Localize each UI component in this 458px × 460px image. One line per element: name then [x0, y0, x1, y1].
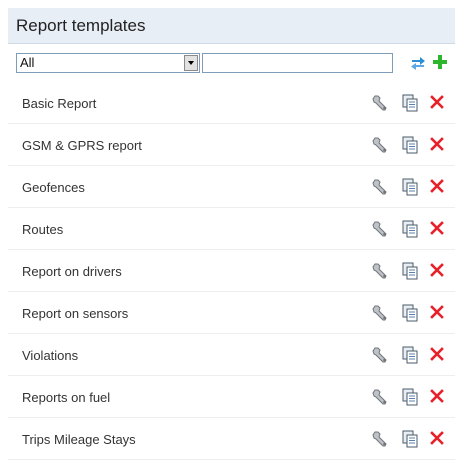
list-item[interactable]: Report on sensors	[8, 292, 455, 334]
close-icon[interactable]	[430, 95, 444, 109]
copy-icon[interactable]	[402, 304, 418, 322]
wrench-icon[interactable]	[372, 430, 390, 448]
wrench-icon[interactable]	[372, 136, 390, 154]
report-templates-panel: Report templates All Basic Report GSM & G…	[0, 0, 458, 460]
template-name[interactable]: Report on sensors	[22, 306, 128, 321]
template-name[interactable]: Basic Report	[22, 96, 96, 111]
close-icon[interactable]	[430, 347, 444, 361]
copy-icon[interactable]	[402, 346, 418, 364]
chevron-down-icon[interactable]	[184, 55, 198, 71]
copy-icon[interactable]	[402, 136, 418, 154]
swap-arrows-icon[interactable]	[410, 55, 426, 71]
copy-icon[interactable]	[402, 220, 418, 238]
list-item[interactable]: Routes	[8, 208, 455, 250]
filter-bar: All	[8, 50, 455, 78]
list-item[interactable]: Report on drivers	[8, 250, 455, 292]
template-name[interactable]: Violations	[22, 348, 78, 363]
template-name[interactable]: Geofences	[22, 180, 85, 195]
copy-icon[interactable]	[402, 430, 418, 448]
copy-icon[interactable]	[402, 178, 418, 196]
panel-header: Report templates	[8, 8, 455, 44]
copy-icon[interactable]	[402, 94, 418, 112]
close-icon[interactable]	[430, 221, 444, 235]
close-icon[interactable]	[430, 179, 444, 193]
copy-icon[interactable]	[402, 388, 418, 406]
wrench-icon[interactable]	[372, 220, 390, 238]
close-icon[interactable]	[430, 137, 444, 151]
wrench-icon[interactable]	[372, 94, 390, 112]
list-item[interactable]: Reports on fuel	[8, 376, 455, 418]
close-icon[interactable]	[430, 263, 444, 277]
wrench-icon[interactable]	[372, 388, 390, 406]
search-input[interactable]	[202, 53, 393, 73]
template-list: Basic Report GSM & GPRS report Geofences Ro…	[8, 82, 455, 460]
wrench-icon[interactable]	[372, 262, 390, 280]
template-name[interactable]: Report on drivers	[22, 264, 122, 279]
copy-icon[interactable]	[402, 262, 418, 280]
list-item[interactable]: Violations	[8, 334, 455, 376]
list-item[interactable]: Basic Report	[8, 82, 455, 124]
plus-icon[interactable]	[432, 54, 448, 70]
close-icon[interactable]	[430, 305, 444, 319]
wrench-icon[interactable]	[372, 304, 390, 322]
close-icon[interactable]	[430, 389, 444, 403]
filter-selected-value: All	[20, 55, 35, 70]
template-name[interactable]: Routes	[22, 222, 63, 237]
template-name[interactable]: Reports on fuel	[22, 390, 110, 405]
list-item[interactable]: Geofences	[8, 166, 455, 208]
wrench-icon[interactable]	[372, 178, 390, 196]
list-item[interactable]: Trips Mileage Stays	[8, 418, 455, 460]
panel-title: Report templates	[16, 16, 146, 35]
template-name[interactable]: Trips Mileage Stays	[22, 432, 136, 447]
list-item[interactable]: GSM & GPRS report	[8, 124, 455, 166]
template-name[interactable]: GSM & GPRS report	[22, 138, 142, 153]
close-icon[interactable]	[430, 431, 444, 445]
filter-select[interactable]: All	[16, 53, 200, 73]
wrench-icon[interactable]	[372, 346, 390, 364]
